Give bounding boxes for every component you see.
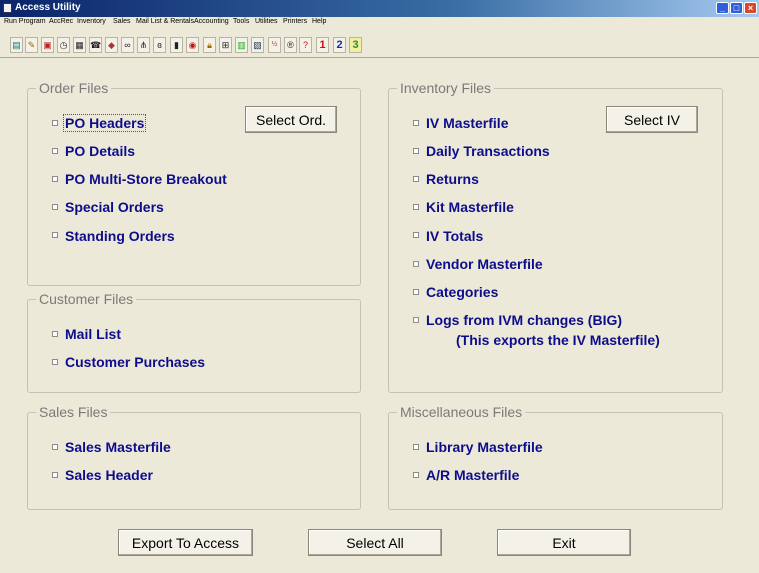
ar-masterfile-label[interactable]: A/R Masterfile <box>426 467 519 483</box>
title-bar: Access Utility _ □ × <box>0 0 759 17</box>
customer-files-title: Customer Files <box>36 291 137 307</box>
vendor-masterfile-checkbox[interactable] <box>413 261 419 267</box>
binoculars-icon[interactable]: ∞ <box>121 37 134 53</box>
notes-icon[interactable]: ✎ <box>25 37 38 53</box>
iv-totals-label[interactable]: IV Totals <box>426 228 483 244</box>
po-multi-store-label[interactable]: PO Multi-Store Breakout <box>65 171 227 187</box>
help-icon[interactable]: ? <box>299 37 312 53</box>
po-details-checkbox[interactable] <box>52 148 58 154</box>
menu-utilities[interactable]: Utilities <box>255 18 278 25</box>
iv-totals-checkbox[interactable] <box>413 232 419 238</box>
customer-purchases-checkbox[interactable] <box>52 359 58 365</box>
book-icon[interactable]: ▤ <box>10 37 23 53</box>
sales-masterfile-checkbox[interactable] <box>52 444 58 450</box>
toolbar-number-1[interactable]: 1 <box>316 37 329 53</box>
chart-icon[interactable]: ⊞ <box>219 37 232 53</box>
sales-masterfile-label[interactable]: Sales Masterfile <box>65 439 171 455</box>
bar-chart-icon[interactable]: ▥ <box>235 37 248 53</box>
app-icon <box>3 3 12 13</box>
sales-header-checkbox[interactable] <box>52 472 58 478</box>
menu-printers[interactable]: Printers <box>283 18 307 25</box>
phone-icon[interactable]: ☎ <box>89 37 102 53</box>
sales-files-title: Sales Files <box>36 404 111 420</box>
tree-icon[interactable]: ⋔ <box>137 37 150 53</box>
daily-transactions-checkbox[interactable] <box>413 148 419 154</box>
close-button[interactable]: × <box>744 2 757 14</box>
r-icon[interactable]: ® <box>284 37 297 53</box>
kit-masterfile-checkbox[interactable] <box>413 204 419 210</box>
toolbar-number-2[interactable]: 2 <box>333 37 346 53</box>
special-orders-checkbox[interactable] <box>52 204 58 210</box>
misc-files-title: Miscellaneous Files <box>397 404 526 420</box>
kit-masterfile-label[interactable]: Kit Masterfile <box>426 199 514 215</box>
select-iv-button[interactable]: Select IV <box>606 106 698 133</box>
logs-ivm-checkbox[interactable] <box>413 317 419 323</box>
library-masterfile-checkbox[interactable] <box>413 444 419 450</box>
menu-accrec[interactable]: AccRec <box>49 18 73 25</box>
categories-label[interactable]: Categories <box>426 284 498 300</box>
sales-header-label[interactable]: Sales Header <box>65 467 153 483</box>
window-title: Access Utility <box>15 2 81 13</box>
barcode-icon[interactable]: ▮ <box>170 37 183 53</box>
sales-files-group: Sales Files <box>27 404 361 510</box>
calculator-icon[interactable]: ▦ <box>73 37 86 53</box>
clock-icon[interactable]: ◷ <box>57 37 70 53</box>
exit-button[interactable]: Exit <box>497 529 631 556</box>
menu-accounting[interactable]: Accounting <box>194 18 229 25</box>
export-to-access-button[interactable]: Export To Access <box>118 529 253 556</box>
lock-icon[interactable]: 🔒︎ <box>203 37 216 53</box>
order-files-title: Order Files <box>36 80 112 96</box>
menu-tools[interactable]: Tools <box>233 18 249 25</box>
po-details-label[interactable]: PO Details <box>65 143 135 159</box>
image-icon[interactable]: ▧ <box>251 37 264 53</box>
misc-files-group: Miscellaneous Files <box>388 404 723 510</box>
standing-orders-label[interactable]: Standing Orders <box>65 228 175 244</box>
toolbar-number-3[interactable]: 3 <box>349 37 362 53</box>
menu-help[interactable]: Help <box>312 18 326 25</box>
logs-ivm-label[interactable]: Logs from IVM changes (BIG) <box>426 312 622 328</box>
daily-transactions-label[interactable]: Daily Transactions <box>426 143 550 159</box>
mail-list-label[interactable]: Mail List <box>65 326 121 342</box>
printer-icon[interactable]: ▣ <box>41 37 54 53</box>
fraction-icon[interactable]: ½ <box>268 37 281 53</box>
select-all-button[interactable]: Select All <box>308 529 442 556</box>
menu-run-program[interactable]: Run Program <box>4 18 46 25</box>
categories-checkbox[interactable] <box>413 289 419 295</box>
vendor-masterfile-label[interactable]: Vendor Masterfile <box>426 256 543 272</box>
menu-bar: Run Program AccRec Inventory Sales Mail … <box>0 17 759 28</box>
glasses-icon[interactable]: ɞ <box>153 37 166 53</box>
logs-ivm-note: (This exports the IV Masterfile) <box>456 332 660 348</box>
toolbar: ▤ ✎ ▣ ◷ ▦ ☎ ◆ ∞ ⋔ ɞ ▮ ◉ 🔒︎ ⊞ ▥ ▧ ½ ® ? 1… <box>0 34 759 58</box>
library-masterfile-label[interactable]: Library Masterfile <box>426 439 543 455</box>
po-headers-label[interactable]: PO Headers <box>62 114 147 132</box>
po-headers-checkbox[interactable] <box>52 120 58 126</box>
special-orders-label[interactable]: Special Orders <box>65 199 164 215</box>
po-multi-store-checkbox[interactable] <box>52 176 58 182</box>
returns-checkbox[interactable] <box>413 176 419 182</box>
menu-sales[interactable]: Sales <box>113 18 131 25</box>
select-ord-button[interactable]: Select Ord. <box>245 106 337 133</box>
maximize-button[interactable]: □ <box>730 2 743 14</box>
returns-label[interactable]: Returns <box>426 171 479 187</box>
ar-masterfile-checkbox[interactable] <box>413 472 419 478</box>
menu-inventory[interactable]: Inventory <box>77 18 106 25</box>
customer-purchases-label[interactable]: Customer Purchases <box>65 354 205 370</box>
mail-list-checkbox[interactable] <box>52 331 58 337</box>
customer-files-group: Customer Files <box>27 291 361 393</box>
inventory-files-title: Inventory Files <box>397 80 495 96</box>
iv-masterfile-label[interactable]: IV Masterfile <box>426 115 508 131</box>
tag-icon[interactable]: ◆ <box>105 37 118 53</box>
standing-orders-checkbox[interactable] <box>52 232 58 238</box>
iv-masterfile-checkbox[interactable] <box>413 120 419 126</box>
minimize-button[interactable]: _ <box>716 2 729 14</box>
record-icon[interactable]: ◉ <box>186 37 199 53</box>
menu-mail-list-rentals[interactable]: Mail List & Rentals <box>136 18 194 25</box>
